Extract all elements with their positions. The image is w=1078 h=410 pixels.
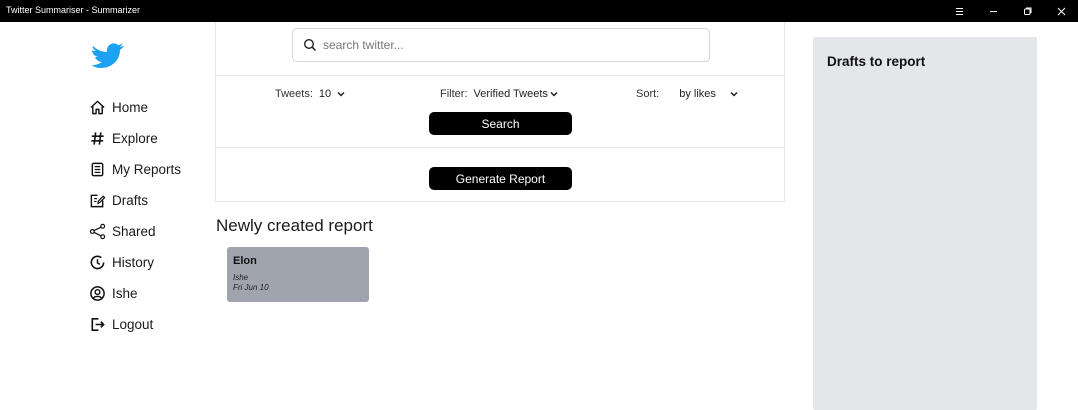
window-title: Twitter Summariser - Summarizer [6, 5, 141, 15]
sidebar-item-label: History [112, 255, 155, 270]
section-title: Newly created report [216, 216, 373, 235]
sidebar-item-home[interactable]: Home [88, 92, 181, 123]
home-icon [88, 99, 106, 117]
tweets-value: 10 [318, 88, 332, 100]
document-icon [88, 161, 106, 179]
sidebar-item-my-reports[interactable]: My Reports [88, 154, 181, 185]
sidebar-item-history[interactable]: History [88, 247, 181, 278]
filter-value: Verified Tweets [473, 88, 548, 100]
chevron-down-icon [550, 91, 558, 97]
search-input[interactable] [323, 38, 683, 52]
sort-value: by likes [679, 88, 716, 100]
sidebar-item-logout[interactable]: Logout [88, 309, 181, 340]
chevron-down-icon [730, 91, 738, 97]
close-icon[interactable] [1044, 0, 1078, 22]
drafts-title: Drafts to report [827, 54, 926, 69]
sidebar-item-shared[interactable]: Shared [88, 216, 181, 247]
edit-icon [88, 192, 106, 210]
twitter-bird-icon[interactable] [91, 40, 125, 70]
sidebar-item-drafts[interactable]: Drafts [88, 185, 181, 216]
sidebar-item-label: Home [112, 100, 149, 115]
drafts-panel: Drafts to report [813, 37, 1037, 410]
search-icon [303, 38, 317, 52]
sort-label: Sort: [636, 88, 660, 100]
sidebar-item-profile[interactable]: Ishe [88, 278, 181, 309]
tweets-label: Tweets: [275, 88, 313, 100]
sidebar-item-label: Explore [112, 131, 158, 146]
history-icon [88, 254, 106, 272]
tweets-count-select[interactable]: Tweets: 10 [275, 88, 345, 100]
sidebar-item-label: My Reports [112, 162, 182, 177]
menu-icon[interactable] [942, 0, 976, 22]
search-box[interactable] [292, 28, 710, 62]
sidebar-item-label: Shared [112, 224, 156, 239]
chevron-down-icon [337, 91, 345, 97]
sidebar-item-label: Drafts [112, 193, 149, 208]
logout-icon [88, 316, 106, 334]
title-bar: Twitter Summariser - Summarizer [0, 0, 1078, 22]
report-author: Ishe [233, 273, 249, 282]
report-card[interactable]: Elon Ishe Fri Jun 10 [227, 247, 369, 302]
filter-select[interactable]: Filter: Verified Tweets [440, 88, 558, 100]
sidebar-nav: Home Explore My Reports Drafts Shared Hi… [88, 92, 181, 340]
sidebar-item-label: Logout [112, 317, 154, 332]
sidebar-item-explore[interactable]: Explore [88, 123, 181, 154]
generate-report-button[interactable]: Generate Report [429, 167, 572, 190]
report-title: Elon [233, 255, 257, 267]
window-controls [942, 0, 1078, 22]
sort-select[interactable]: Sort: by likes [636, 88, 738, 100]
divider [216, 75, 784, 76]
filter-label: Filter: [440, 88, 468, 100]
hash-icon [88, 130, 106, 148]
search-button[interactable]: Search [429, 112, 572, 135]
share-icon [88, 223, 106, 241]
user-circle-icon [88, 285, 106, 303]
minimize-icon[interactable] [976, 0, 1010, 22]
sidebar-item-label: Ishe [112, 286, 138, 301]
restore-icon[interactable] [1010, 0, 1044, 22]
divider [216, 147, 784, 148]
report-date: Fri Jun 10 [233, 283, 269, 292]
search-panel: Tweets: 10 Filter: Verified Tweets Sort:… [215, 22, 785, 202]
